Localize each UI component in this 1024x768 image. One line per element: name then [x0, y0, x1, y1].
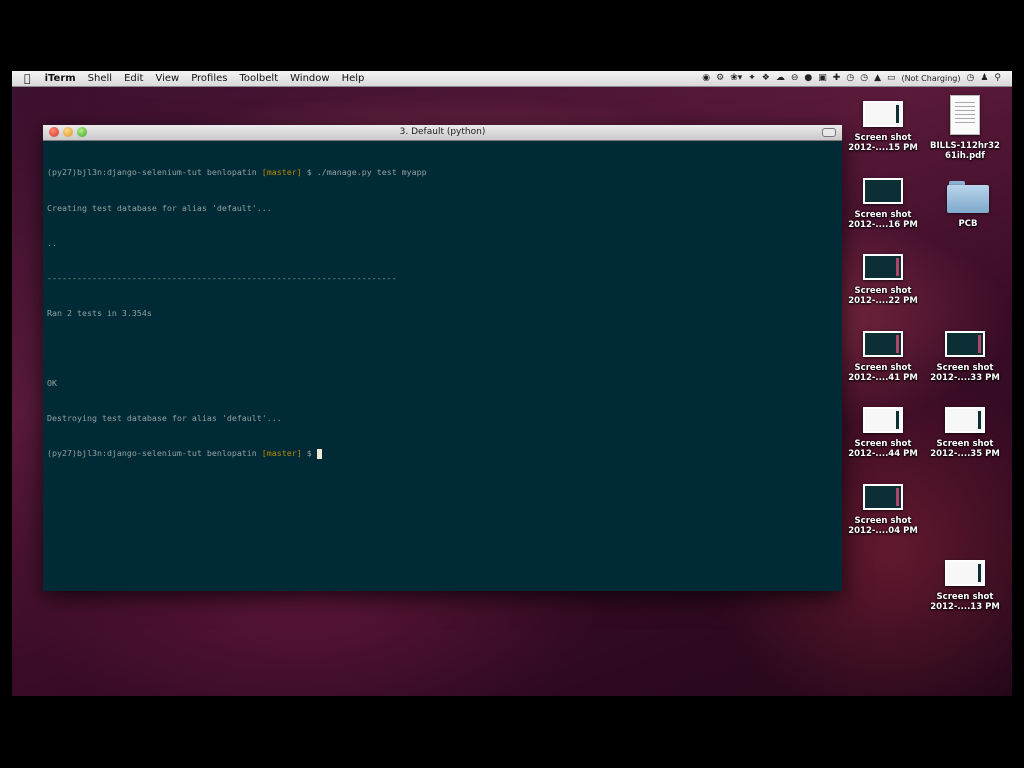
prompt-symbol: $ [301, 167, 317, 178]
wifi-icon[interactable]: ◷ [857, 71, 871, 86]
text-cursor [316, 448, 322, 459]
menu-help[interactable]: Help [336, 71, 371, 86]
clock-icon[interactable]: ◷ [963, 71, 977, 86]
growl-icon[interactable]: ⚙ [713, 71, 727, 86]
output-line: Destroying test database for alias 'defa… [47, 413, 282, 424]
screenshot-thumbnail-icon [863, 254, 903, 280]
screenshot-thumbnail-icon [863, 331, 903, 357]
output-line: Ran 2 tests in 3.354s [47, 307, 152, 318]
app-menu[interactable]: iTerm [39, 71, 82, 86]
toolbar-toggle-button[interactable] [822, 128, 836, 137]
icon-label: PCB [958, 219, 978, 229]
camera-icon[interactable]: ▣ [815, 71, 830, 86]
output-line: .. [47, 237, 57, 248]
menu-toolbelt[interactable]: Toolbelt [234, 71, 285, 86]
icon-label: Screen shot 2012-....13 PM [930, 592, 1000, 612]
menu-window[interactable]: Window [284, 71, 335, 86]
git-branch: [master] [261, 448, 302, 459]
prompt-symbol: $ [301, 448, 317, 459]
git-branch: [master] [261, 167, 302, 178]
command-line: (py27)bjl3n:django-selenium-tut benlopat… [47, 167, 838, 179]
menu-bar:  iTerm Shell Edit View Profiles Toolbel… [12, 71, 1012, 87]
dropbox-icon[interactable]: ❖ [759, 71, 773, 86]
desktop-icon-screenshot[interactable]: Screen shot 2012-....35 PM [925, 407, 1005, 459]
battery-status-text[interactable]: (Not Charging) [899, 71, 964, 86]
cloud-icon[interactable]: ☁ [773, 71, 788, 86]
screenshot-thumbnail-icon [863, 484, 903, 510]
desktop-icon-screenshot[interactable]: Screen shot 2012-....41 PM [843, 331, 923, 383]
output-line: ----------------------------------------… [47, 272, 397, 283]
menu-view[interactable]: View [149, 71, 185, 86]
screenshot-thumbnail-icon [945, 407, 985, 433]
zoom-button[interactable] [77, 127, 87, 137]
icon-label: Screen shot 2012-....04 PM [848, 516, 918, 536]
screenshot-thumbnail-icon [863, 407, 903, 433]
desktop-icon-screenshot[interactable]: Screen shot 2012-....16 PM [843, 178, 923, 230]
desktop-icon-screenshot[interactable]: Screen shot 2012-....13 PM [925, 560, 1005, 612]
window-title: 3. Default (python) [399, 127, 486, 137]
close-button[interactable] [49, 127, 59, 137]
desktop-icon-pdf[interactable]: BILLS-112hr32 61ih.pdf [925, 95, 1005, 161]
menu-profiles[interactable]: Profiles [185, 71, 233, 86]
battery-icon[interactable]: ▭ [884, 71, 899, 86]
desktop-icon-screenshot[interactable]: Screen shot 2012-....04 PM [843, 484, 923, 536]
screenshot-thumbnail-icon [945, 331, 985, 357]
status-area: ◉ ⚙ ❀▾ ✦ ❖ ☁ ⊖ ● ▣ ✚ ◷ ◷ ▲ ▭ (Not Chargi… [699, 71, 1012, 86]
desktop:  iTerm Shell Edit View Profiles Toolbel… [12, 71, 1012, 696]
icon-label: Screen shot 2012-....16 PM [848, 210, 918, 230]
menu-edit[interactable]: Edit [118, 71, 149, 86]
apple-menu-icon[interactable]:  [12, 71, 39, 86]
time-machine-icon[interactable]: ◷ [843, 71, 857, 86]
skype-icon[interactable]: ◉ [699, 71, 713, 86]
desktop-icon-screenshot[interactable]: Screen shot 2012-....44 PM [843, 407, 923, 459]
user-icon[interactable]: ♟ [977, 71, 991, 86]
prompt-line[interactable]: (py27)bjl3n:django-selenium-tut benlopat… [47, 448, 838, 460]
prompt-prefix: (py27)bjl3n:django-selenium-tut benlopat… [47, 167, 262, 178]
output-line: Creating test database for alias 'defaul… [47, 202, 272, 213]
globe-icon[interactable]: ● [801, 71, 815, 86]
folder-icon [947, 181, 989, 213]
screenshot-thumbnail-icon [863, 178, 903, 204]
command-text: ./manage.py test myapp [316, 167, 427, 178]
desktop-icon-screenshot[interactable]: Screen shot 2012-....22 PM [843, 254, 923, 306]
pdf-document-icon [950, 95, 980, 135]
terminal-titlebar[interactable]: 3. Default (python) [43, 125, 842, 141]
twitter-icon[interactable]: ✦ [745, 71, 759, 86]
terminal-output[interactable]: (py27)bjl3n:django-selenium-tut benlopat… [43, 141, 842, 486]
icon-label: Screen shot 2012-....33 PM [930, 363, 1000, 383]
do-not-disturb-icon[interactable]: ⊖ [788, 71, 802, 86]
terminal-window[interactable]: 3. Default (python) (py27)bjl3n:django-s… [43, 125, 842, 591]
icon-label: Screen shot 2012-....41 PM [848, 363, 918, 383]
desktop-icon-folder[interactable]: PCB [928, 181, 1008, 229]
icon-label: Screen shot 2012-....44 PM [848, 439, 918, 459]
output-line: OK [47, 377, 57, 388]
prompt-prefix: (py27)bjl3n:django-selenium-tut benlopat… [47, 448, 262, 459]
evernote-icon[interactable]: ❀▾ [727, 71, 745, 86]
icon-label: Screen shot 2012-....22 PM [848, 286, 918, 306]
desktop-icon-screenshot[interactable]: Screen shot 2012-....33 PM [925, 331, 1005, 383]
menu-shell[interactable]: Shell [82, 71, 118, 86]
minimize-button[interactable] [63, 127, 73, 137]
icon-label: BILLS-112hr32 61ih.pdf [930, 141, 1000, 161]
spotlight-search-icon[interactable]: ⚲ [991, 71, 1004, 86]
icon-label: Screen shot 2012-....15 PM [848, 133, 918, 153]
sync-icon[interactable]: ✚ [830, 71, 844, 86]
screenshot-thumbnail-icon [863, 101, 903, 127]
volume-icon[interactable]: ▲ [871, 71, 884, 86]
icon-label: Screen shot 2012-....35 PM [930, 439, 1000, 459]
screenshot-thumbnail-icon [945, 560, 985, 586]
desktop-icon-screenshot[interactable]: Screen shot 2012-....15 PM [843, 101, 923, 153]
